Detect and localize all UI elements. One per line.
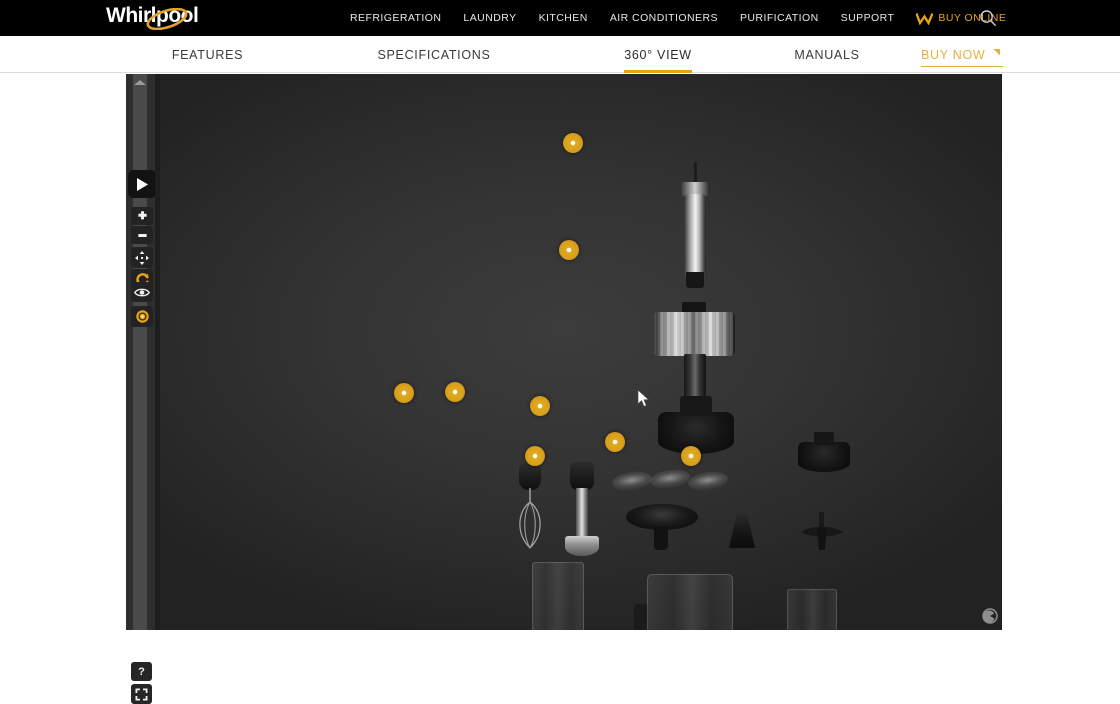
buy-online-button[interactable]: BUY ONLINE <box>905 12 1017 25</box>
arrow-down-right-icon <box>993 49 1001 56</box>
buy-now-button[interactable]: BUY NOW <box>921 36 1003 73</box>
eye-icon <box>134 288 150 296</box>
chevron-up-icon[interactable] <box>133 78 147 87</box>
minus-icon <box>137 233 147 237</box>
visibility-button[interactable] <box>131 282 153 302</box>
tab-360-view[interactable]: 360° VIEW <box>602 36 714 73</box>
viewer-toolbar: ? <box>126 74 160 704</box>
top-navigation-bar: Whirlpool REFRIGERATION LAUNDRY KITCHEN … <box>0 0 1120 36</box>
part-coupler-collar[interactable] <box>653 312 735 356</box>
part-multi-blade[interactable] <box>799 512 845 550</box>
hotspot-target-icon <box>135 310 149 323</box>
part-blending-wand-bell <box>565 536 599 556</box>
product-360-viewer[interactable] <box>126 74 1002 630</box>
hotspot-coupler[interactable] <box>559 240 579 260</box>
nav-item-kitchen[interactable]: KITCHEN <box>528 12 599 24</box>
zoom-out-button[interactable] <box>131 226 153 244</box>
part-small-chopper-lid[interactable] <box>798 432 850 472</box>
hotspot-multi-blade[interactable] <box>681 446 701 466</box>
part-small-cup[interactable] <box>787 589 837 630</box>
zoom-in-button[interactable] <box>131 207 153 225</box>
whirlpool-logo-text: Whirlpool <box>106 4 199 27</box>
toolbar-track <box>133 74 147 630</box>
hotspot-whisk[interactable] <box>394 383 414 403</box>
viewer-stage[interactable] <box>126 74 1002 630</box>
buy-now-underline <box>921 65 1003 67</box>
nav-item-laundry[interactable]: LAUNDRY <box>452 12 527 24</box>
part-chopping-blade[interactable] <box>729 514 755 548</box>
tab-features-label: FEATURES <box>171 47 244 62</box>
fullscreen-expand-icon <box>135 688 148 700</box>
part-measuring-beaker[interactable] <box>532 562 584 630</box>
nav-item-refrigeration[interactable]: REFRIGERATION <box>339 12 452 24</box>
part-motor-base <box>686 272 704 288</box>
part-whisk-wires <box>519 488 541 549</box>
tab-features[interactable]: FEATURES <box>150 36 265 73</box>
tab-specifications-label: SPECIFICATIONS <box>377 47 491 62</box>
hotspot-blending-wand[interactable] <box>445 382 465 402</box>
tab-360-view-label: 360° VIEW <box>624 47 692 62</box>
hotspots-toggle-button[interactable] <box>131 306 153 327</box>
play-icon <box>137 177 148 191</box>
part-small-blade-right[interactable] <box>686 469 730 493</box>
whirlpool-w-icon <box>916 12 934 25</box>
emersya-logo-icon <box>982 608 998 624</box>
tab-specifications[interactable]: SPECIFICATIONS <box>365 36 503 73</box>
part-small-blade-center[interactable] <box>648 467 692 491</box>
tab-manuals[interactable]: MANUALS <box>772 36 882 73</box>
hotspot-blade-set[interactable] <box>530 396 550 416</box>
hotspot-motor-body[interactable] <box>563 133 583 153</box>
help-button-label: ? <box>138 665 145 678</box>
viewer-area: ? <box>0 74 1120 704</box>
part-power-cable <box>694 162 697 184</box>
buy-now-label: BUY NOW <box>921 47 986 62</box>
hotspot-chopping-blade[interactable] <box>605 432 625 452</box>
part-whisk-head[interactable] <box>519 464 541 490</box>
nav-item-purification[interactable]: PURIFICATION <box>729 12 830 24</box>
tab-manuals-label: MANUALS <box>794 47 860 62</box>
fullscreen-button[interactable] <box>131 684 152 704</box>
part-processing-bowl[interactable] <box>647 574 733 630</box>
nav-item-support[interactable]: SUPPORT <box>830 12 906 24</box>
part-slicing-disc-stem <box>654 526 668 550</box>
mouse-cursor <box>637 389 650 407</box>
part-small-blade-left[interactable] <box>610 469 654 493</box>
part-motor-unit[interactable] <box>684 194 706 276</box>
help-button[interactable]: ? <box>131 662 152 681</box>
nav-item-air-conditioners[interactable]: AIR CONDITIONERS <box>599 12 729 24</box>
play-animation-button[interactable] <box>128 170 156 198</box>
product-tab-bar: FEATURES SPECIFICATIONS 360° VIEW MANUAL… <box>0 36 1120 73</box>
part-blending-wand-shaft <box>576 488 588 540</box>
top-nav-items: REFRIGERATION LAUNDRY KITCHEN AIR CONDIT… <box>339 0 1017 36</box>
whirlpool-logo[interactable]: Whirlpool <box>106 2 208 32</box>
active-tab-underline <box>624 70 692 73</box>
move-arrows-icon <box>135 250 149 265</box>
search-icon[interactable] <box>978 8 998 28</box>
part-processing-bowl-handle <box>634 604 648 630</box>
pan-button[interactable] <box>131 247 153 268</box>
plus-icon <box>137 210 147 219</box>
hotspot-slicing-disc[interactable] <box>525 446 545 466</box>
part-blending-wand-head[interactable] <box>570 462 594 490</box>
